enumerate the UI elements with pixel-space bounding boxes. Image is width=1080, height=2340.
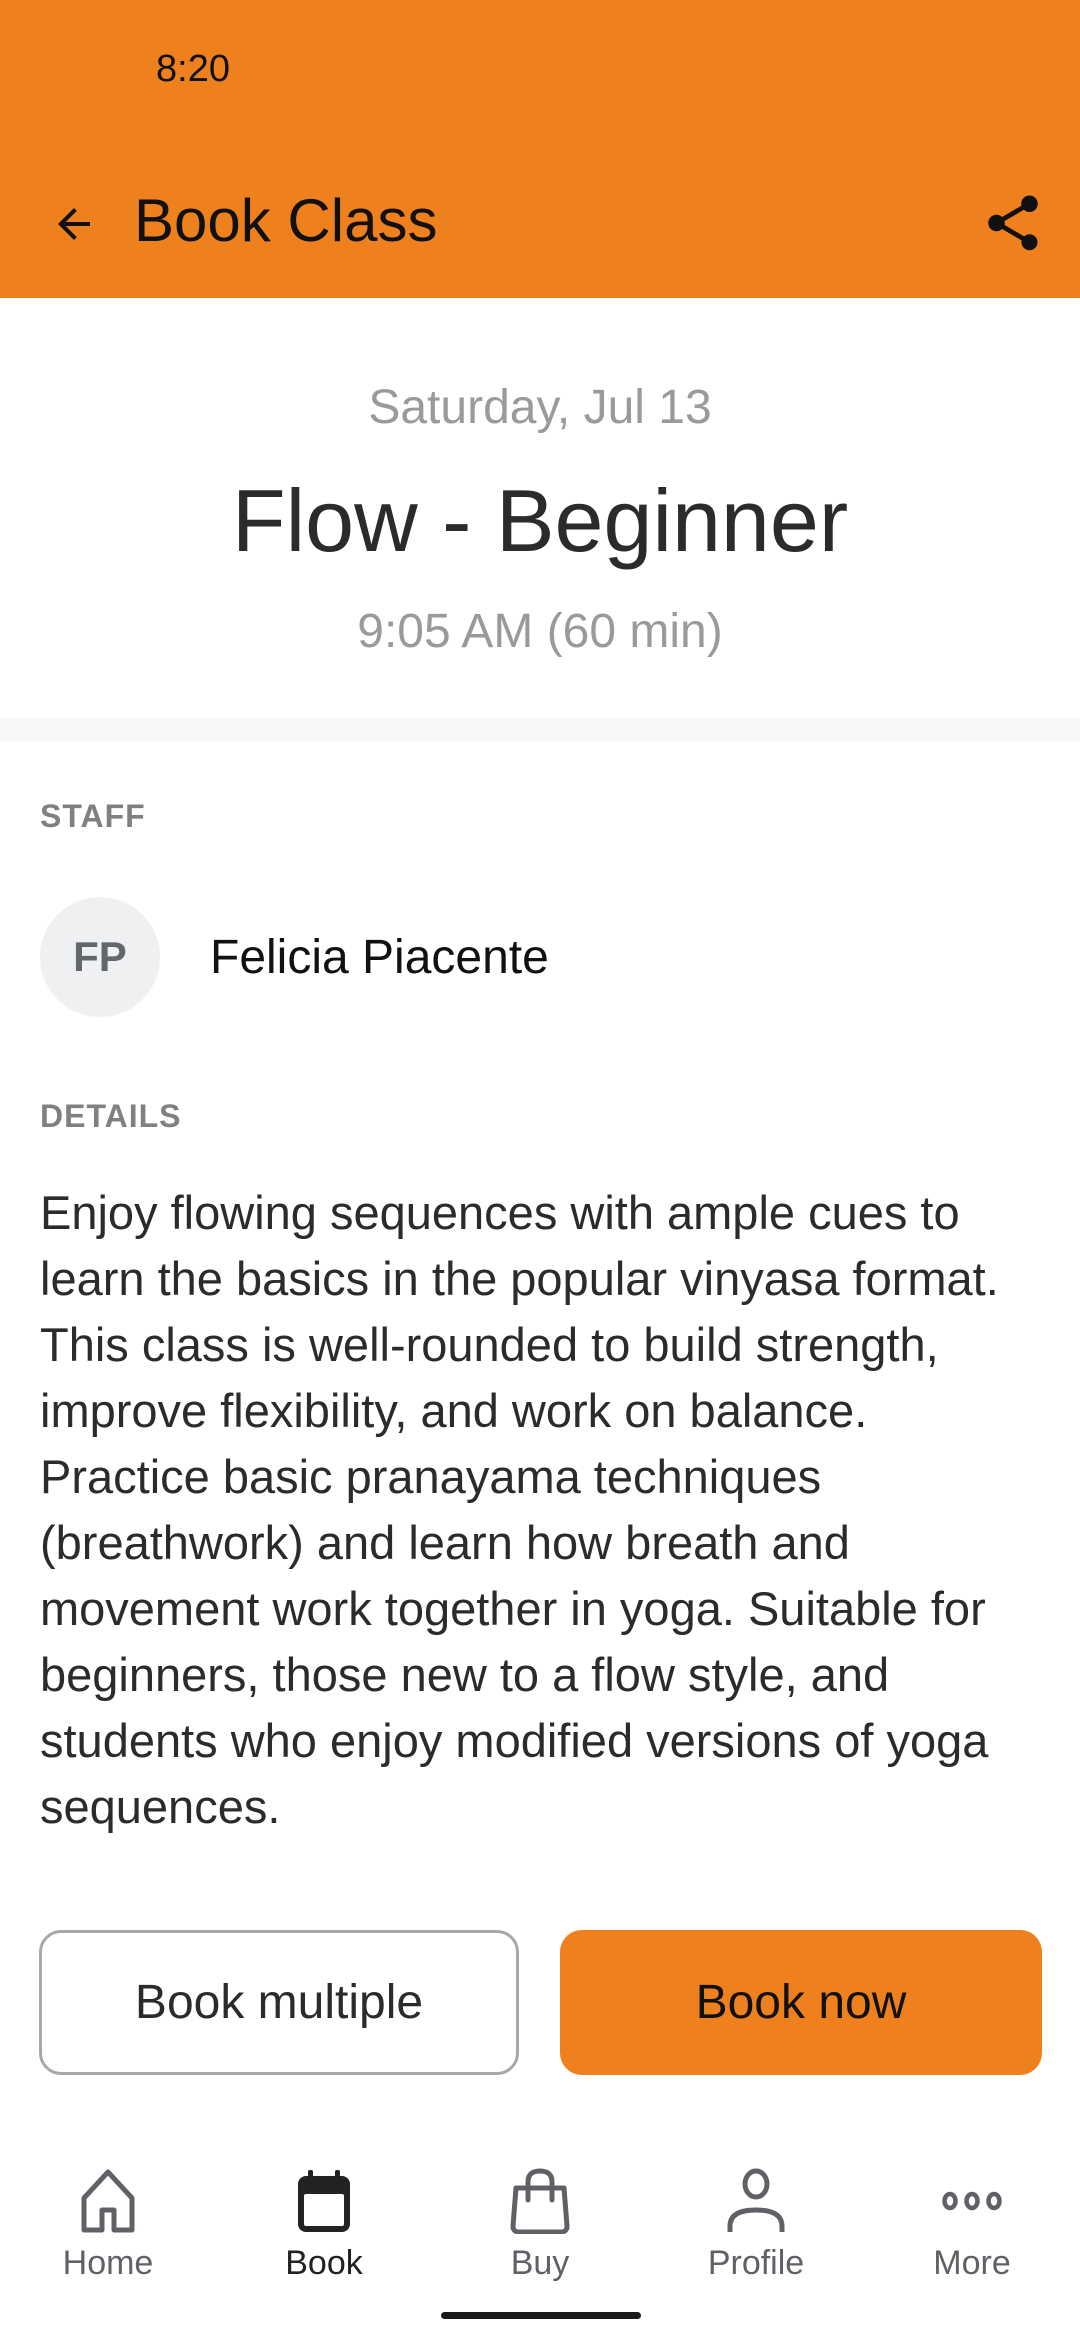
nav-item-buy[interactable]: Buy [432,2150,648,2290]
section-divider [0,718,1080,742]
class-summary: Saturday, Jul 13 Flow - Beginner 9:05 AM… [0,298,1080,718]
arrow-left-icon [58,208,90,240]
status-bar-time: 8:20 [156,48,230,90]
book-now-label: Book now [695,1976,907,2029]
book-multiple-button[interactable]: Book multiple [39,1930,519,2075]
nav-label-profile: Profile [707,2244,805,2282]
class-time: 9:05 AM (60 min) [357,605,723,658]
staff-member-row[interactable]: FP Felicia Piacente [40,897,1040,1017]
book-multiple-label: Book multiple [134,1976,424,2029]
staff-initials: FP [73,933,127,980]
nav-item-profile[interactable]: Profile [648,2150,864,2290]
nav-label-buy: Buy [510,2244,570,2282]
staff-name: Felicia Piacente [210,930,549,984]
book-now-button[interactable]: Book now [560,1930,1042,2075]
nav-label-more: More [933,2244,1011,2282]
nav-item-book[interactable]: Book [216,2150,432,2290]
home-icon [73,2166,143,2236]
class-title: Flow - Beginner [231,471,849,570]
bottom-navigation: Home Book Buy Profile More [0,2150,1080,2290]
nav-item-more[interactable]: More [864,2150,1080,2290]
nav-item-home[interactable]: Home [0,2150,216,2290]
share-icon [988,195,1038,251]
share-button[interactable] [970,180,1056,266]
class-date: Saturday, Jul 13 [368,381,712,434]
shopping-bag-icon [505,2166,575,2236]
calendar-icon [289,2166,359,2236]
back-button[interactable] [36,186,112,262]
home-indicator[interactable] [441,2312,641,2319]
staff-avatar: FP [40,897,160,1017]
person-icon [721,2166,791,2236]
page-title: Book Class [134,187,438,254]
details-section-label: DETAILS [40,1098,182,1134]
nav-label-home: Home [62,2244,154,2282]
app-bar: 8:20 Book Class [0,0,1080,298]
class-description: Enjoy flowing sequences with ample cues … [40,1186,999,1833]
staff-section-label: STAFF [40,798,146,834]
more-dots-icon [937,2166,1007,2236]
nav-label-book: Book [285,2244,363,2282]
